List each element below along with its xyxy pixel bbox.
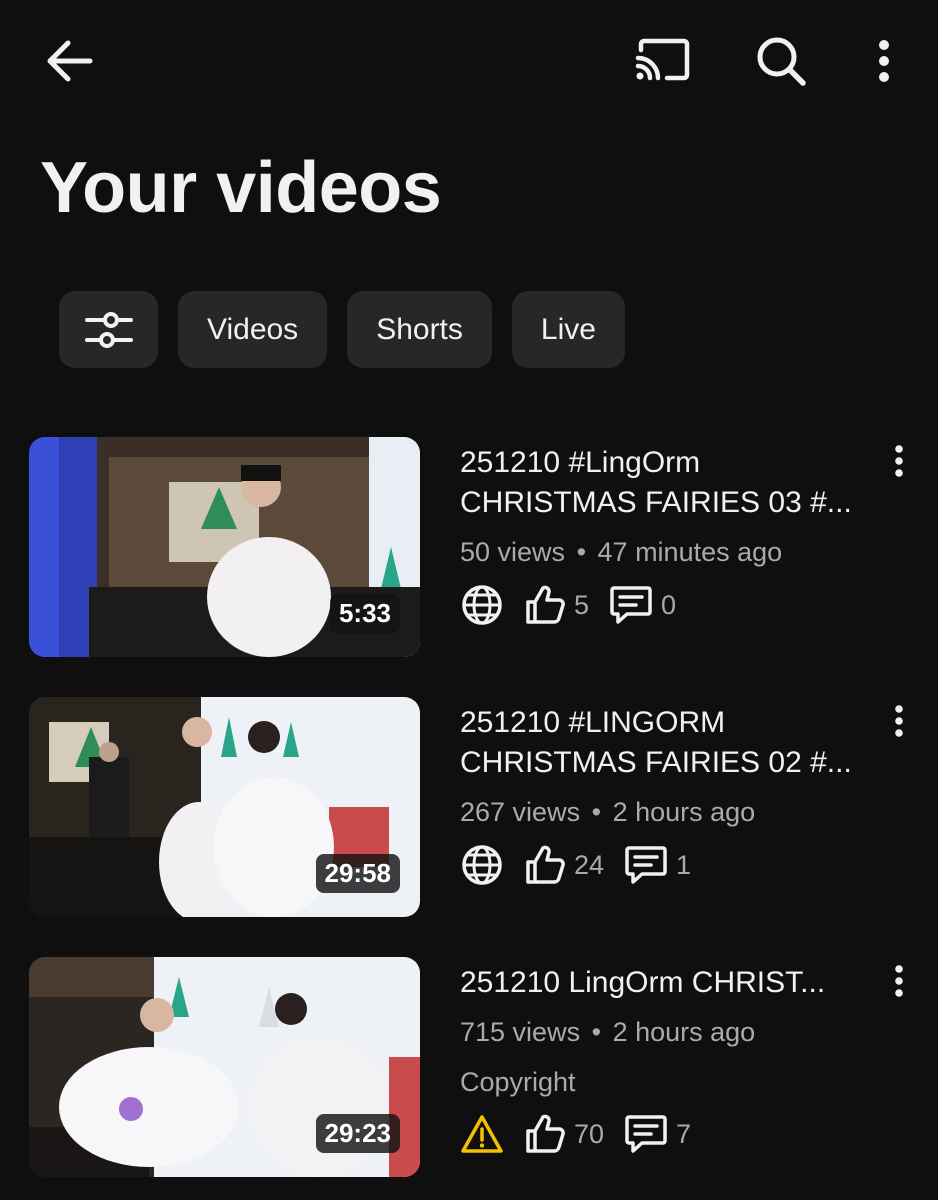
video-duration: 5:33: [329, 594, 400, 633]
upload-age: 2 hours ago: [612, 797, 756, 827]
comment-count: 7: [676, 1118, 692, 1149]
video-menu-button[interactable]: [884, 703, 914, 739]
video-duration: 29:23: [315, 1114, 400, 1153]
view-count: 715 views: [460, 1017, 581, 1047]
separator-dot: •: [591, 797, 602, 827]
chip-live[interactable]: Live: [511, 291, 625, 368]
video-title[interactable]: 251210 #LINGORM CHRISTMAS FAIRIES 02 #..…: [460, 703, 880, 783]
separator-dot: •: [591, 1017, 602, 1047]
search-button[interactable]: [750, 30, 812, 92]
video-list-item[interactable]: 5:33 251210 #LingOrm CHRISTMAS FAIRIES 0…: [0, 437, 938, 659]
video-thumbnail[interactable]: 5:33: [29, 437, 420, 657]
like-count: 70: [574, 1118, 605, 1149]
chip-shorts[interactable]: Shorts: [347, 291, 492, 368]
video-menu-button[interactable]: [884, 963, 914, 999]
arrow-back-icon: [47, 40, 93, 82]
back-button[interactable]: [38, 34, 98, 88]
video-stats: 70 7: [460, 1112, 691, 1156]
comment-icon: [624, 844, 668, 886]
more-vertical-icon: [879, 40, 889, 82]
like-count: 24: [574, 849, 605, 880]
video-menu-button[interactable]: [884, 443, 914, 479]
thumbs-up-icon: [524, 1113, 566, 1155]
copyright-restriction-label: Copyright: [460, 1067, 576, 1097]
thumbs-up-icon: [524, 844, 566, 886]
video-thumbnail[interactable]: 29:23: [29, 957, 420, 1177]
video-title[interactable]: 251210 LingOrm CHRIST...: [460, 963, 880, 1003]
more-vertical-icon: [895, 445, 903, 477]
video-meta: 267 views • 2 hours ago: [460, 797, 755, 828]
comment-icon: [624, 1113, 668, 1155]
video-meta: 50 views • 47 minutes ago: [460, 537, 782, 568]
thumbs-up-icon: [524, 584, 566, 626]
warning-icon[interactable]: [460, 1113, 504, 1155]
video-duration: 29:58: [315, 854, 400, 893]
globe-icon: [460, 843, 504, 887]
video-stats: 24 1: [460, 843, 691, 887]
more-options-button[interactable]: [862, 30, 906, 92]
video-title[interactable]: 251210 #LingOrm CHRISTMAS FAIRIES 03 #..…: [460, 443, 880, 523]
comment-count: 1: [676, 849, 692, 880]
app-root: Your videos Videos Shorts Live 5:33 2512…: [0, 0, 938, 1200]
top-app-bar: [0, 0, 938, 120]
separator-dot: •: [576, 537, 587, 567]
filter-sliders-icon: [84, 311, 133, 348]
globe-icon: [460, 583, 504, 627]
view-count: 267 views: [460, 797, 581, 827]
more-vertical-icon: [895, 705, 903, 737]
page-title: Your videos: [40, 148, 442, 228]
more-vertical-icon: [895, 965, 903, 997]
filter-chip-bar: Videos Shorts Live: [59, 291, 625, 368]
comment-count: 0: [661, 589, 677, 620]
like-count: 5: [574, 589, 590, 620]
video-list-item[interactable]: 29:58 251210 #LINGORM CHRISTMAS FAIRIES …: [0, 697, 938, 919]
search-icon: [757, 37, 806, 86]
comment-icon: [609, 584, 653, 626]
chip-videos[interactable]: Videos: [178, 291, 328, 368]
view-count: 50 views: [460, 537, 566, 567]
upload-age: 2 hours ago: [612, 1017, 756, 1047]
video-meta: 715 views • 2 hours ago: [460, 1017, 755, 1048]
cast-icon: [635, 38, 690, 81]
video-stats: 5 0: [460, 583, 676, 627]
filter-settings-chip[interactable]: [59, 291, 158, 368]
video-thumbnail[interactable]: 29:58: [29, 697, 420, 917]
video-list-item[interactable]: 29:23 251210 LingOrm CHRIST... 715 views…: [0, 957, 938, 1179]
cast-button[interactable]: [630, 32, 696, 90]
upload-age: 47 minutes ago: [597, 537, 783, 567]
